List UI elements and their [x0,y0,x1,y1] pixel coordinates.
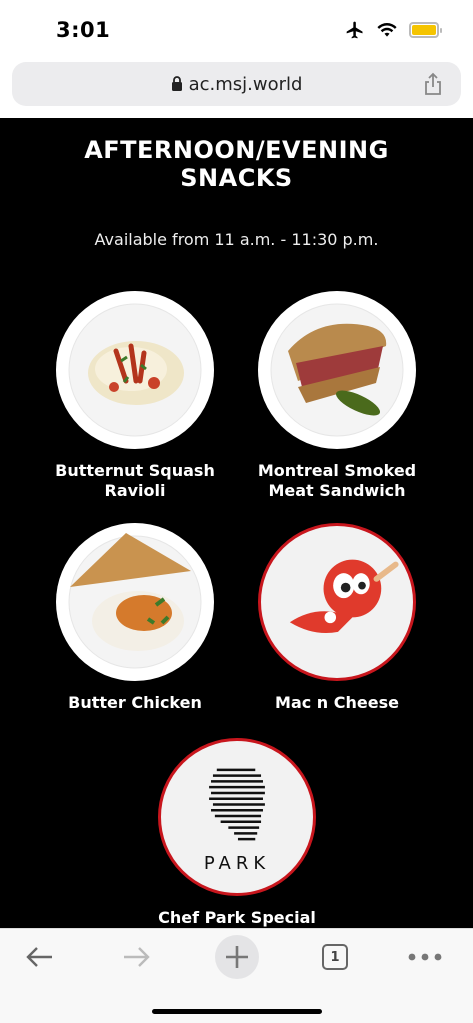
ravioli-image [56,291,214,449]
tabs-button[interactable]: 1 [310,937,360,977]
new-tab-button[interactable] [212,933,262,981]
status-bar: 3:01 [0,0,473,58]
more-menu-button[interactable] [400,937,450,977]
plus-icon [226,946,248,968]
park-logo-text: PARK [203,853,271,874]
status-time: 3:01 [56,18,111,42]
back-button[interactable] [14,937,64,977]
page-content: AFTERNOON/EVENING SNACKS Available from … [0,118,473,928]
menu-item-smoked-meat[interactable]: Montreal Smoked Meat Sandwich [237,291,437,501]
browser-address-area: ac.msj.world [0,58,473,118]
page-subtitle: Available from 11 a.m. - 11:30 p.m. [94,230,379,249]
wifi-icon [377,23,397,37]
tab-count: 1 [322,944,348,970]
status-icons [345,20,442,40]
sandwich-image [258,291,416,449]
park-logo-image: PARK [158,738,316,896]
menu-item-chef-park-special[interactable]: PARK Chef Park Special [137,738,337,928]
menu-item-butter-chicken[interactable]: Butter Chicken [35,523,235,713]
item-label: Mac n Cheese [275,693,399,712]
item-label: Butternut Squash Ravioli [55,461,215,500]
item-label: Chef Park Special [158,908,316,927]
battery-icon [409,22,442,38]
item-label: Butter Chicken [68,693,202,712]
butter-chicken-image [56,523,214,681]
page-title: AFTERNOON/EVENING SNACKS [84,136,389,192]
airplane-icon [346,21,363,39]
more-dots-icon [408,953,442,961]
item-label: Montreal Smoked Meat Sandwich [257,461,417,500]
url-display: ac.msj.world [12,74,461,95]
forward-button[interactable] [112,937,162,977]
mascot-image [258,523,416,681]
address-bar[interactable]: ac.msj.world [12,62,461,106]
back-arrow-icon [26,947,52,967]
share-icon[interactable] [423,72,443,96]
menu-item-ravioli[interactable]: Butternut Squash Ravioli [35,291,235,501]
url-text: ac.msj.world [188,74,303,95]
home-indicator [152,1009,322,1014]
menu-item-mac-n-cheese[interactable]: Mac n Cheese [237,523,437,713]
lock-icon [171,76,182,91]
forward-arrow-icon [124,947,150,967]
browser-toolbar: 1 [0,928,473,1023]
